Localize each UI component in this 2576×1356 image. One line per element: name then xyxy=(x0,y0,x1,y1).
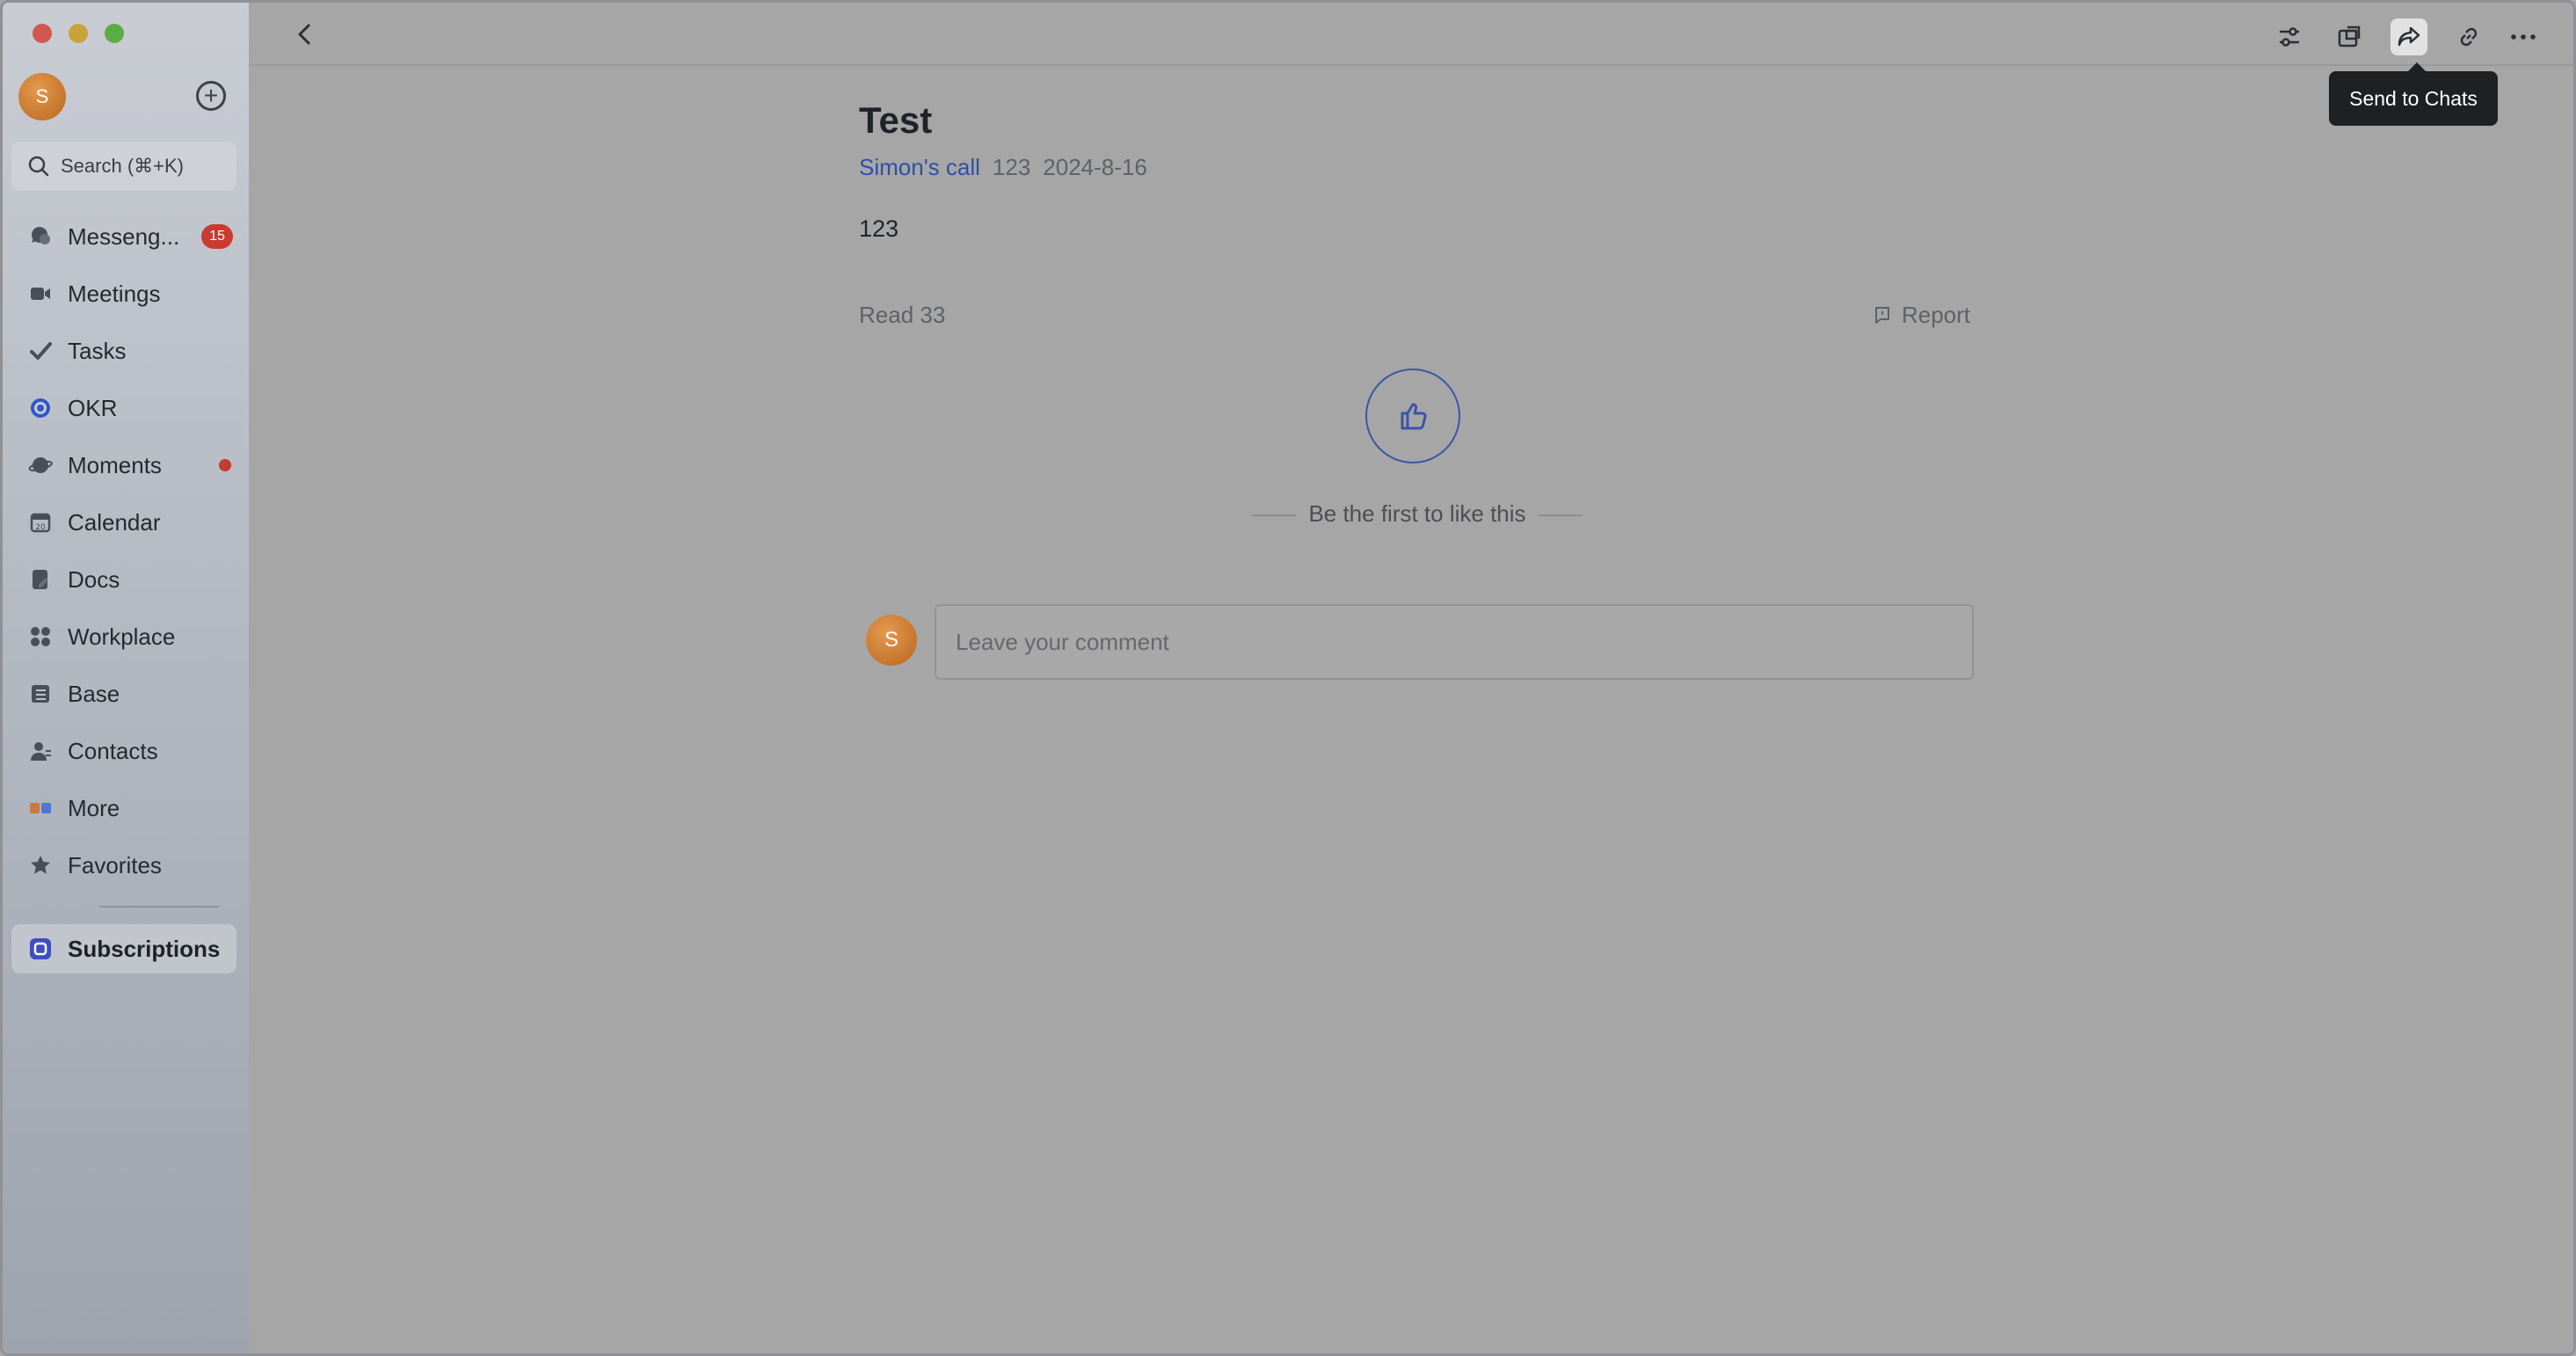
top-toolbar xyxy=(249,3,2573,66)
search-icon xyxy=(28,156,49,177)
more-options-button[interactable] xyxy=(2505,18,2542,55)
like-prompt-divider xyxy=(1252,514,1297,517)
share-forward-icon xyxy=(2398,26,2420,47)
svg-text:20: 20 xyxy=(35,523,46,532)
sidebar-item-moments[interactable]: Moments xyxy=(11,441,236,490)
apps-icon xyxy=(27,795,54,821)
chevron-left-icon xyxy=(298,24,310,45)
messenger-icon xyxy=(27,223,54,250)
post-meta: Simon's call 123 2024-8-16 xyxy=(859,154,1147,181)
notification-dot xyxy=(219,459,231,471)
sidebar-item-label: Meetings xyxy=(68,280,161,307)
sidebar-item-label: Docs xyxy=(68,565,120,593)
person-icon xyxy=(27,738,54,764)
comment-input[interactable]: Leave your comment xyxy=(935,604,1974,680)
sidebar-item-tasks[interactable]: Tasks xyxy=(11,326,236,375)
grid-icon xyxy=(27,623,54,650)
report-flag-icon xyxy=(1874,306,1889,324)
sidebar-item-calendar[interactable]: 20 Calendar xyxy=(11,498,236,547)
table-icon xyxy=(27,681,54,707)
sliders-icon xyxy=(2280,27,2299,47)
comment-avatar: S xyxy=(866,615,917,666)
subscriptions-icon xyxy=(27,936,54,962)
sidebar-item-label: Subscriptions xyxy=(68,935,221,962)
target-icon xyxy=(27,395,54,421)
like-prompt: Be the first to like this xyxy=(859,500,1976,528)
send-to-chats-button[interactable] xyxy=(2390,18,2427,55)
sidebar-item-label: Tasks xyxy=(68,337,127,364)
like-button[interactable] xyxy=(1365,368,1460,463)
report-button[interactable]: Report xyxy=(1872,302,1970,329)
search-placeholder: Search (⌘+K) xyxy=(61,155,184,177)
sidebar-item-workplace[interactable]: Workplace xyxy=(11,612,236,661)
close-window-button[interactable] xyxy=(33,24,52,43)
read-count: Read 33 xyxy=(859,302,946,328)
sidebar-item-messenger[interactable]: Messeng... 15 xyxy=(11,212,236,261)
video-camera-icon xyxy=(27,281,54,307)
sidebar-item-meetings[interactable]: Meetings xyxy=(11,269,236,318)
back-button[interactable] xyxy=(291,20,319,48)
sidebar-item-docs[interactable]: Docs xyxy=(11,555,236,604)
zoom-window-button[interactable] xyxy=(105,24,124,43)
app-window: S + Search (⌘+K) Messeng... 15 Meetings … xyxy=(0,0,2576,1356)
thumbs-up-icon xyxy=(1401,403,1427,430)
new-window-icon xyxy=(2338,26,2361,47)
sidebar-item-subscriptions[interactable]: Subscriptions xyxy=(11,924,236,973)
sidebar-item-label: Moments xyxy=(68,451,162,478)
sidebar-item-label: Calendar xyxy=(68,508,161,536)
sidebar-item-label: OKR xyxy=(68,394,118,421)
open-in-window-button[interactable] xyxy=(2331,18,2368,55)
settings-button[interactable] xyxy=(2271,18,2308,55)
sidebar-item-okr[interactable]: OKR xyxy=(11,383,236,433)
author-link[interactable]: Simon's call xyxy=(859,154,980,180)
star-icon xyxy=(27,852,54,878)
add-icon[interactable]: + xyxy=(196,81,226,111)
check-icon xyxy=(27,338,54,364)
sidebar-item-base[interactable]: Base xyxy=(11,669,236,718)
sidebar-divider xyxy=(99,906,219,908)
unread-badge: 15 xyxy=(201,224,233,249)
post-date: 2024-8-16 xyxy=(1043,154,1147,180)
sidebar-item-contacts[interactable]: Contacts xyxy=(11,726,236,776)
search-bar[interactable]: Search (⌘+K) xyxy=(11,142,236,191)
main-content: Send to Chats Test Simon's call 123 2024-8… xyxy=(249,3,2573,1353)
user-avatar[interactable]: S xyxy=(18,73,66,120)
more-horizontal-icon xyxy=(2511,34,2536,40)
post-title: Test xyxy=(859,99,933,141)
meta-number: 123 xyxy=(992,154,1031,180)
docs-icon xyxy=(27,566,54,593)
comment-placeholder: Leave your comment xyxy=(956,628,1169,655)
sidebar-item-label: Favorites xyxy=(68,851,162,878)
sidebar-item-label: Messeng... xyxy=(68,222,180,250)
like-prompt-text: Be the first to like this xyxy=(1308,500,1526,527)
post-body: 123 xyxy=(859,215,899,242)
sidebar: S + Search (⌘+K) Messeng... 15 Meetings … xyxy=(3,3,249,1353)
sidebar-item-label: Workplace xyxy=(68,623,176,650)
sidebar-item-label: More xyxy=(68,794,120,821)
planet-icon xyxy=(27,452,54,478)
sidebar-item-more[interactable]: More xyxy=(11,784,236,833)
sidebar-item-label: Base xyxy=(68,680,120,707)
link-icon xyxy=(2460,27,2478,47)
minimize-window-button[interactable] xyxy=(69,24,88,43)
send-to-chats-tooltip: Send to Chats xyxy=(2329,62,2498,126)
copy-link-button[interactable] xyxy=(2450,18,2487,55)
calendar-icon: 20 xyxy=(27,509,54,536)
sidebar-item-favorites[interactable]: Favorites xyxy=(11,841,236,890)
like-prompt-divider xyxy=(1538,514,1583,517)
report-label: Report xyxy=(1901,302,1970,328)
sidebar-item-label: Contacts xyxy=(68,737,158,764)
